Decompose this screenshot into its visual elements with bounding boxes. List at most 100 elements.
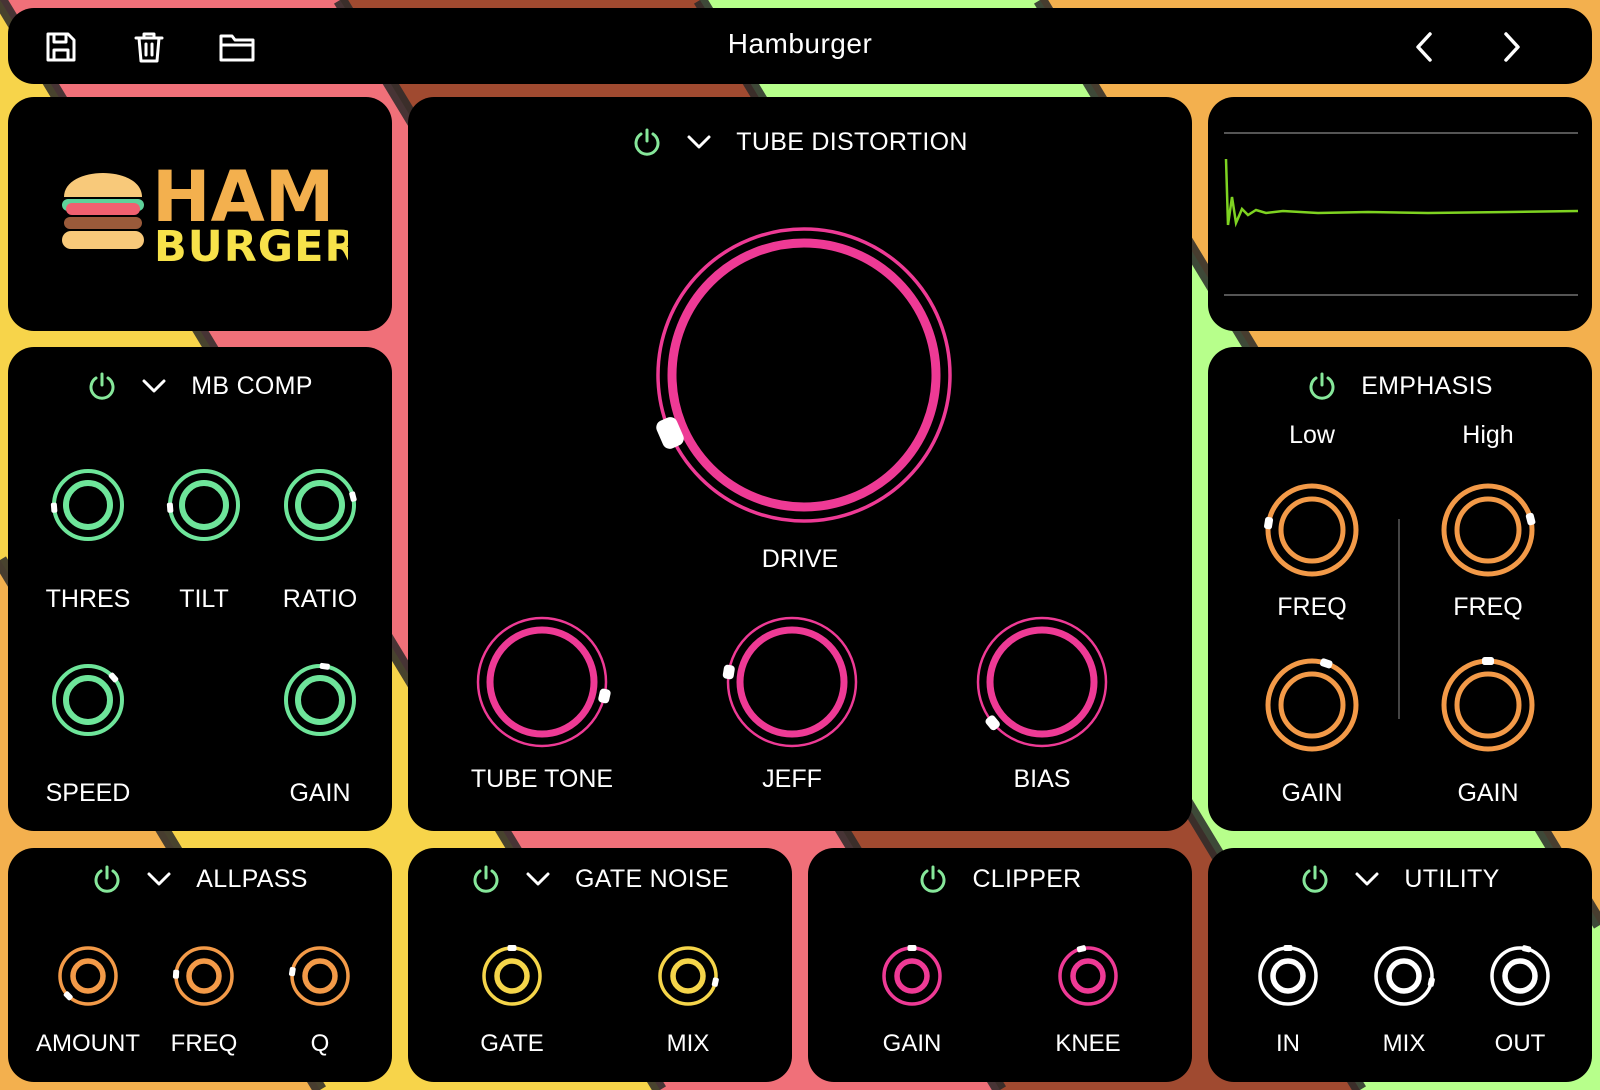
power-icon[interactable] xyxy=(632,127,662,157)
tube-tone-knob[interactable] xyxy=(470,610,614,754)
top-bar: Hamburger xyxy=(8,8,1592,84)
q-knob[interactable] xyxy=(280,936,360,1016)
knob-inner-ring xyxy=(1454,496,1522,564)
utility-title: UTILITY xyxy=(1404,864,1500,893)
svg-text:BURGER: BURGER xyxy=(154,222,348,267)
allpass-panel: ALLPASS AMOUNT FREQ Q xyxy=(8,848,392,1082)
knob-inner-ring xyxy=(63,675,113,725)
knob-outer-ring xyxy=(1258,946,1318,1006)
allpass-header: ALLPASS xyxy=(8,864,392,894)
gain-label: GAIN xyxy=(289,779,351,807)
thres-knob[interactable] xyxy=(38,455,138,555)
chevron-right-icon[interactable] xyxy=(1494,30,1528,64)
emphasis-title: EMPHASIS xyxy=(1361,371,1493,400)
knob-handle xyxy=(288,966,296,977)
knee-label: KNEE xyxy=(1055,1030,1121,1057)
clipper-header: CLIPPER xyxy=(808,864,1192,894)
low-freq-label: FREQ xyxy=(1277,593,1347,621)
knob-outer-ring xyxy=(1490,946,1550,1006)
drive-label: DRIVE xyxy=(761,545,839,573)
knob-handle xyxy=(722,664,735,680)
knob-inner-ring xyxy=(736,626,848,738)
clipper-title: CLIPPER xyxy=(972,864,1082,893)
chevron-down-icon[interactable] xyxy=(139,375,169,397)
knob-outer-ring xyxy=(726,616,858,748)
preset-name[interactable]: Hamburger xyxy=(8,28,1592,60)
knob-inner-ring xyxy=(1278,496,1346,564)
gate-label: GATE xyxy=(480,1030,544,1057)
power-icon[interactable] xyxy=(918,864,948,894)
mix-knob[interactable] xyxy=(1364,936,1444,1016)
mix-knob[interactable] xyxy=(648,936,728,1016)
emphasis-header: EMPHASIS xyxy=(1208,371,1592,401)
knob-inner-ring xyxy=(295,480,345,530)
scope-panel xyxy=(1208,97,1592,331)
knob-outer-ring xyxy=(1058,946,1118,1006)
speed-label: SPEED xyxy=(45,779,131,807)
knob-inner-ring xyxy=(1454,671,1522,739)
knob-inner-ring xyxy=(63,480,113,530)
knob-handle xyxy=(172,969,180,979)
mix-label: MIX xyxy=(666,1030,710,1057)
chevron-down-icon[interactable] xyxy=(523,868,553,890)
in-knob[interactable] xyxy=(1248,936,1328,1016)
out-knob[interactable] xyxy=(1480,936,1560,1016)
knob-outer-ring xyxy=(290,946,350,1006)
knob-handle xyxy=(598,688,611,704)
gate-knob[interactable] xyxy=(472,936,552,1016)
gate-noise-header: GATE NOISE xyxy=(408,864,792,894)
allpass-title: ALLPASS xyxy=(196,864,308,893)
gain-knob[interactable] xyxy=(270,650,370,750)
gate-noise-panel: GATE NOISE GATE MIX xyxy=(408,848,792,1082)
gain-label: GAIN xyxy=(882,1030,942,1057)
knob-handle xyxy=(907,945,917,951)
gain-knob[interactable] xyxy=(872,936,952,1016)
chevron-left-icon[interactable] xyxy=(1408,30,1442,64)
power-icon[interactable] xyxy=(92,864,122,894)
knob-handle xyxy=(711,977,719,987)
knob-outer-ring xyxy=(1374,946,1434,1006)
low-gain-knob[interactable] xyxy=(1257,650,1367,760)
chevron-down-icon[interactable] xyxy=(144,868,174,890)
mb-comp-title: MB COMP xyxy=(191,371,313,400)
power-icon[interactable] xyxy=(87,371,117,401)
ratio-knob[interactable] xyxy=(270,455,370,555)
clipper-panel: CLIPPER GAIN KNEE xyxy=(808,848,1192,1082)
knob-handle xyxy=(319,662,330,670)
knob-handle xyxy=(1521,945,1532,953)
tube-distortion-header: TUBE DISTORTION xyxy=(408,127,1192,157)
chevron-down-icon[interactable] xyxy=(684,131,714,153)
chevron-down-icon[interactable] xyxy=(1352,868,1382,890)
knob-inner-ring xyxy=(986,626,1098,738)
knee-knob[interactable] xyxy=(1048,936,1128,1016)
knob-outer-ring xyxy=(882,946,942,1006)
speed-knob[interactable] xyxy=(38,650,138,750)
freq-knob[interactable] xyxy=(164,936,244,1016)
low-gain-label: GAIN xyxy=(1281,779,1343,807)
high-gain-knob[interactable] xyxy=(1433,650,1543,760)
low-freq-knob[interactable] xyxy=(1257,475,1367,585)
jeff-knob[interactable] xyxy=(720,610,864,754)
high-freq-knob[interactable] xyxy=(1433,475,1543,585)
high-band-label: High xyxy=(1462,421,1514,449)
low-band-label: Low xyxy=(1289,421,1335,449)
drive-knob[interactable] xyxy=(644,215,964,535)
knob-inner-ring xyxy=(295,675,345,725)
power-icon[interactable] xyxy=(1307,371,1337,401)
knob-inner-ring xyxy=(894,958,930,994)
bias-knob[interactable] xyxy=(970,610,1114,754)
knob-outer-ring xyxy=(656,227,952,523)
knob-outer-ring xyxy=(174,946,234,1006)
knob-handle xyxy=(1525,512,1536,526)
bias-label: BIAS xyxy=(1013,765,1071,793)
knob-inner-ring xyxy=(186,958,222,994)
utility-panel: UTILITY IN MIX OUT xyxy=(1208,848,1592,1082)
power-icon[interactable] xyxy=(471,864,501,894)
amount-knob[interactable] xyxy=(48,936,128,1016)
knob-handle xyxy=(1482,657,1494,665)
knob-handle xyxy=(1264,516,1274,530)
tilt-knob[interactable] xyxy=(154,455,254,555)
high-gain-label: GAIN xyxy=(1457,779,1519,807)
power-icon[interactable] xyxy=(1300,864,1330,894)
knob-outer-ring xyxy=(476,616,608,748)
